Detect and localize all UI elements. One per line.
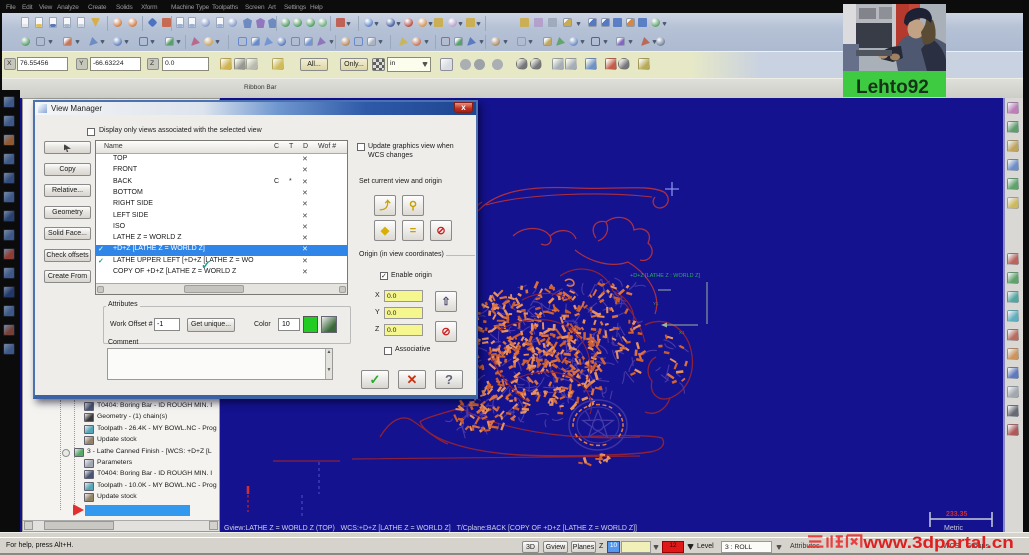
svg-text:X1: X1: [679, 330, 685, 335]
svg-text:+D+Z [LATHE Z : WORLD Z]: +D+Z [LATHE Z : WORLD Z]: [630, 273, 700, 279]
svg-text:233.35: 233.35: [946, 511, 968, 518]
svg-text:Y1: Y1: [653, 301, 659, 306]
svg-text:Gview:LATHE Z = WORLD Z (TOP): Gview:LATHE Z = WORLD Z (TOP) WCS:+D+Z […: [224, 525, 637, 532]
svg-text:www.3dportal.cn: www.3dportal.cn: [862, 533, 1014, 552]
svg-text:Lehto92: Lehto92: [856, 77, 929, 97]
